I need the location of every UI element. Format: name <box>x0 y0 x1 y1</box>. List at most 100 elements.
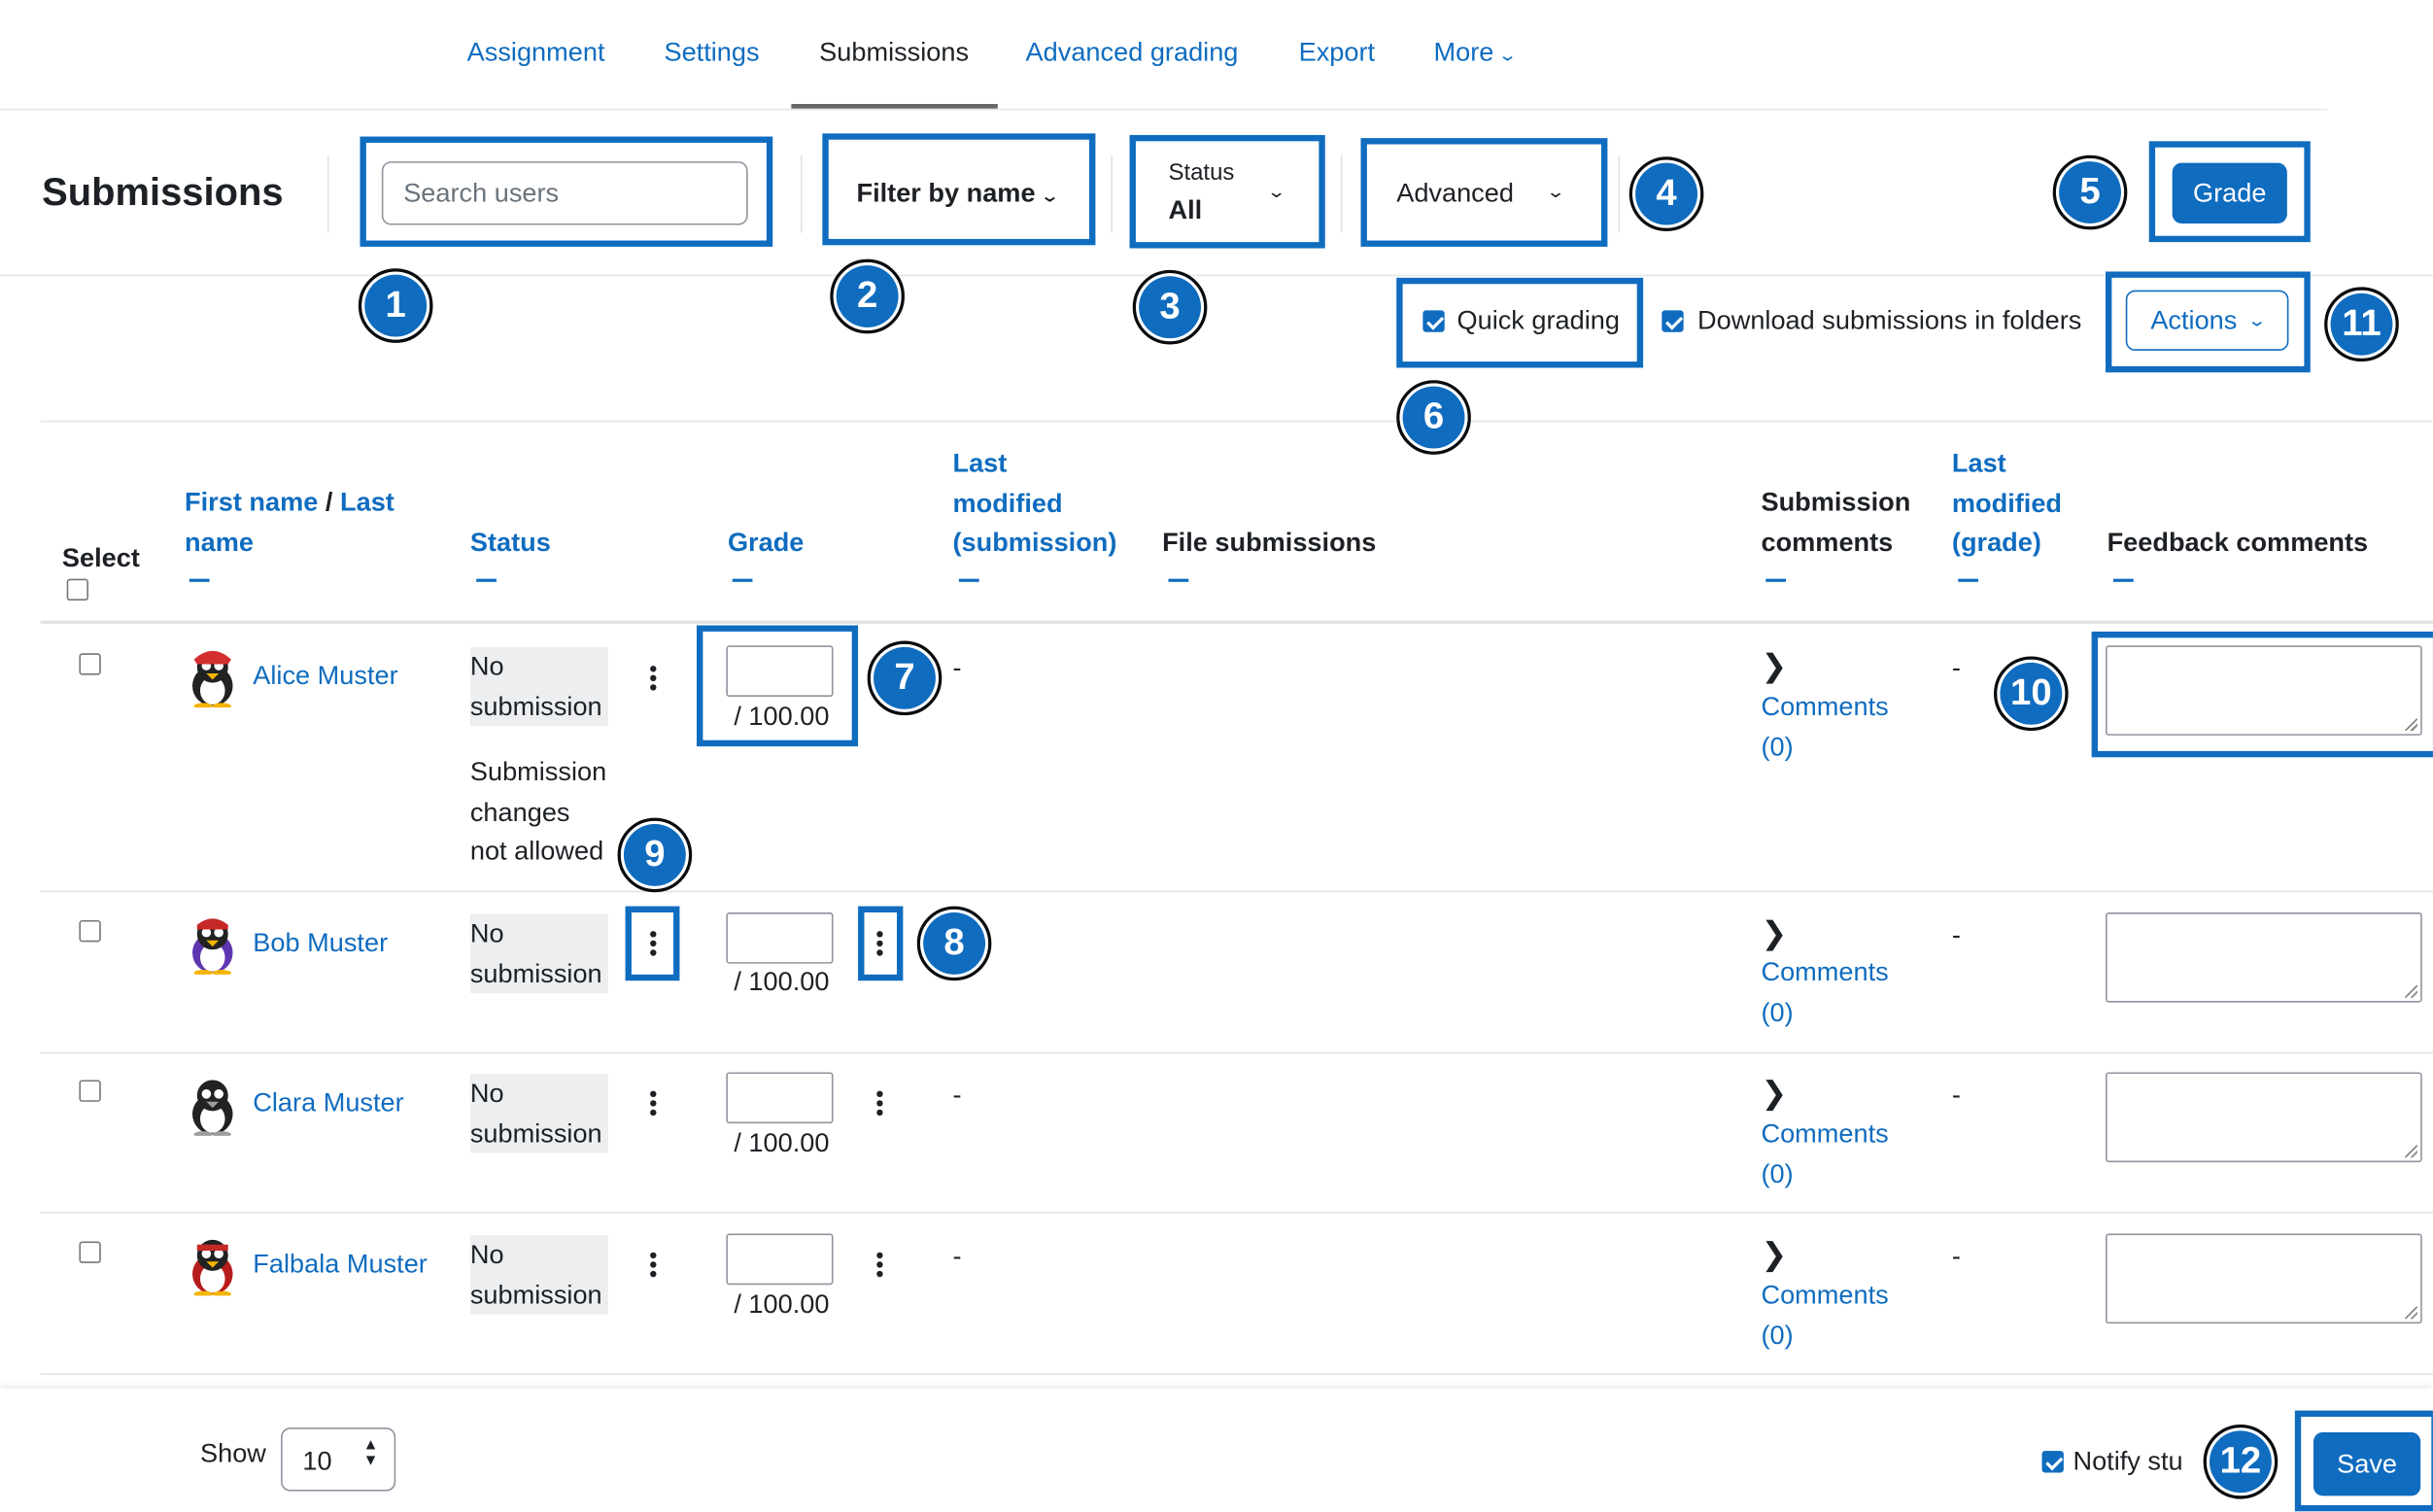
tab-more-label: More <box>1433 37 1494 67</box>
comments-link[interactable]: Comments (0) <box>1761 1276 1888 1355</box>
last-modified-grade: - <box>1951 653 1961 683</box>
header-line: (submission) <box>952 527 1117 558</box>
tab-settings[interactable]: Settings <box>664 37 759 68</box>
options-divider <box>40 420 2433 423</box>
avatar <box>192 650 233 708</box>
sort-status-link[interactable]: Status <box>470 523 551 563</box>
highlight-box <box>1360 138 1608 247</box>
tab-more[interactable]: More ⌄ <box>1433 37 1519 68</box>
status-menu-icon[interactable] <box>645 1087 661 1118</box>
row-select-checkbox[interactable] <box>79 653 101 675</box>
collapse-column-icon[interactable] <box>1168 578 1189 582</box>
highlight-box <box>1129 134 1325 249</box>
note-line: Submission <box>469 757 607 787</box>
sort-grade-link[interactable]: Grade <box>728 523 804 563</box>
comments-line: (0) <box>1761 1320 1794 1350</box>
tab-export[interactable]: Export <box>1299 37 1375 68</box>
last-modified-submission: - <box>952 653 962 683</box>
highlight-box <box>858 906 904 981</box>
tab-submissions[interactable]: Submissions <box>819 37 969 68</box>
chevron-right-icon[interactable]: ❯ <box>1761 1074 1787 1113</box>
user-name-link[interactable]: Bob Muster <box>253 923 388 963</box>
feedback-textarea[interactable] <box>2105 1072 2422 1163</box>
user-name-link[interactable]: Alice Muster <box>253 656 397 696</box>
header-line: (grade) <box>1951 527 2041 558</box>
comments-link[interactable]: Comments (0) <box>1761 687 1888 766</box>
tab-assignment[interactable]: Assignment <box>467 37 605 68</box>
download-folders-label: Download submissions in folders <box>1697 305 2082 335</box>
column-file-submissions: File submissions <box>1162 527 1377 558</box>
table-header-divider <box>40 620 2433 624</box>
column-select: Select <box>61 542 140 573</box>
row-select-checkbox[interactable] <box>79 1080 101 1102</box>
row-select-checkbox[interactable] <box>79 1241 101 1263</box>
user-name-link[interactable]: Falbala Muster <box>253 1245 428 1285</box>
comments-link[interactable]: Comments (0) <box>1761 1115 1888 1193</box>
header-line: Last <box>1951 448 2006 478</box>
chevron-down-icon: ⌄ <box>1498 46 1519 66</box>
divider <box>326 155 329 233</box>
callout-badge: 9 <box>617 817 693 893</box>
chevron-right-icon[interactable]: ❯ <box>1761 647 1787 686</box>
tab-advanced-grading[interactable]: Advanced grading <box>1026 37 1239 68</box>
notify-students-checkbox[interactable] <box>2041 1451 2064 1473</box>
collapse-column-icon[interactable] <box>958 578 979 582</box>
sort-last-name-link[interactable]: Last <box>340 487 394 516</box>
row-select-checkbox[interactable] <box>79 919 101 943</box>
tabs-divider <box>0 108 2328 111</box>
grade-menu-icon[interactable] <box>872 1250 887 1281</box>
grade-input[interactable] <box>726 911 834 964</box>
download-folders-checkbox[interactable] <box>1662 310 1684 332</box>
highlight-box <box>2091 631 2433 758</box>
row-divider <box>40 1051 2433 1054</box>
status-menu-icon[interactable] <box>645 663 661 694</box>
collapse-column-icon[interactable] <box>1958 578 1979 582</box>
header-line: modified <box>952 488 1063 518</box>
grade-input[interactable] <box>726 1233 834 1286</box>
chevron-right-icon[interactable]: ❯ <box>1761 1235 1787 1274</box>
callout-badge: 5 <box>2052 155 2128 230</box>
status-badge: No submission <box>469 646 608 727</box>
callout-badge: 1 <box>358 268 433 343</box>
select-all-checkbox[interactable] <box>66 578 89 601</box>
status-menu-icon[interactable] <box>645 1250 661 1281</box>
per-page-select[interactable]: 10 ▲ ▼ <box>281 1427 396 1492</box>
row-divider <box>40 1373 2433 1375</box>
highlight-box <box>625 906 680 981</box>
sort-last-name-link-2[interactable]: name <box>185 527 254 556</box>
sort-last-modified-grade-link[interactable]: Last modified (grade) <box>1952 444 2062 563</box>
highlight-box <box>2294 1410 2433 1512</box>
sort-arrows-icon: ▲ ▼ <box>362 1436 379 1470</box>
comments-link[interactable]: Comments (0) <box>1761 952 1888 1031</box>
grade-menu-icon[interactable] <box>872 1087 887 1118</box>
status-line: No <box>469 651 504 682</box>
last-modified-submission: - <box>952 1241 962 1271</box>
grade-max: / 100.00 <box>734 1289 830 1320</box>
column-feedback-comments: Feedback comments <box>2107 527 2369 558</box>
callout-badge: 8 <box>916 906 992 981</box>
row-divider <box>40 890 2433 893</box>
last-modified-grade: - <box>1951 919 1961 950</box>
highlight-box <box>1396 277 1644 368</box>
note-line: changes <box>469 797 570 827</box>
header-line: Last <box>952 448 1008 478</box>
collapse-column-icon[interactable] <box>188 578 210 582</box>
header-divider <box>0 274 2433 277</box>
callout-badge: 3 <box>1132 269 1208 345</box>
sort-first-name-link[interactable]: First name <box>185 487 318 516</box>
submission-lock-note: Submission changes not allowed <box>470 752 606 871</box>
status-badge: No submission <box>469 913 608 994</box>
chevron-right-icon[interactable]: ❯ <box>1761 914 1787 953</box>
comments-line: Comments <box>1761 1118 1889 1149</box>
note-line: not allowed <box>469 836 604 867</box>
collapse-column-icon[interactable] <box>732 578 753 582</box>
sort-last-modified-submission-link[interactable]: Last modified (submission) <box>952 444 1116 563</box>
collapse-column-icon[interactable] <box>2112 578 2134 582</box>
collapse-column-icon[interactable] <box>476 578 497 582</box>
grade-input[interactable] <box>726 1072 834 1124</box>
callout-badge: 10 <box>1994 656 2069 732</box>
feedback-textarea[interactable] <box>2105 911 2422 1003</box>
collapse-column-icon[interactable] <box>1765 578 1787 582</box>
feedback-textarea[interactable] <box>2105 1233 2422 1324</box>
user-name-link[interactable]: Clara Muster <box>253 1083 403 1123</box>
